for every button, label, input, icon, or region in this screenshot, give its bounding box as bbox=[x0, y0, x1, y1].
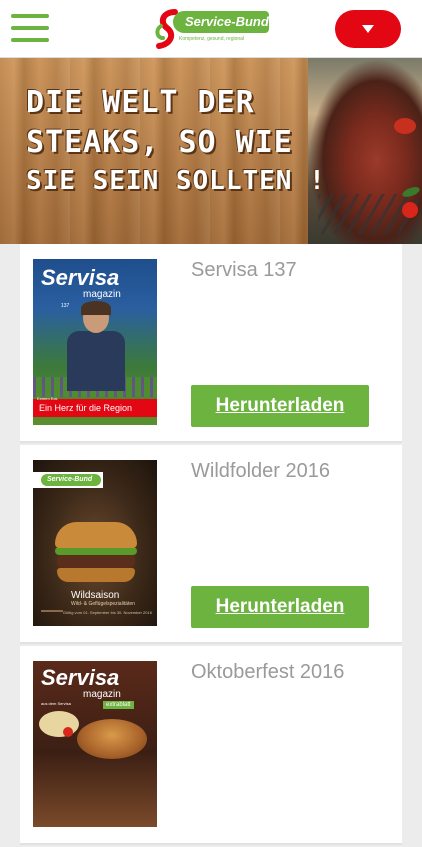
logo-tagline: Kompetenz, gesund, regional bbox=[179, 36, 245, 42]
cover-brand: Servisa bbox=[41, 665, 120, 690]
hero-banner[interactable]: DIE WELT DER STEAKS, SO WIE SIE SEIN SOL… bbox=[0, 58, 422, 244]
catalog-title: Wildfolder 2016 bbox=[191, 460, 330, 482]
menu-bar bbox=[11, 14, 49, 18]
caret-down-icon bbox=[362, 25, 374, 33]
banner-line-2: STEAKS, SO WIE bbox=[26, 125, 293, 160]
deer-icon bbox=[41, 598, 63, 612]
cover-person-photo bbox=[63, 301, 127, 393]
cover-band-small: Extrem Eck bbox=[37, 396, 58, 401]
menu-bar bbox=[11, 26, 49, 30]
catalog-card: Service-Bund Wildsaison Wild- & Geflügel… bbox=[20, 445, 402, 644]
banner-line-1: DIE WELT DER bbox=[26, 85, 255, 120]
plate-photo bbox=[39, 711, 79, 737]
catalog-card: Servisa magazin extrablatt aus dem Servi… bbox=[20, 646, 402, 845]
menu-bar bbox=[11, 38, 49, 42]
app-header: Service-Bund Kompetenz, gesund, regional bbox=[0, 0, 422, 58]
tomato-garnish bbox=[402, 202, 418, 218]
cover-logo-band: Service-Bund bbox=[33, 472, 103, 488]
cover-brand: Service-Bund bbox=[41, 474, 101, 486]
download-button[interactable]: Herunterladen bbox=[191, 586, 369, 628]
banner-headline: DIE WELT DER STEAKS, SO WIE SIE SEIN SOL… bbox=[26, 85, 326, 196]
cover-headline: Wildsaison bbox=[71, 590, 120, 601]
catalog-cover-image[interactable]: Servisa magazin 137 Extrem Eck Ein Herz … bbox=[33, 259, 157, 425]
cover-tag: aus dem Servisa bbox=[41, 701, 71, 706]
burger-photo bbox=[55, 522, 137, 584]
cover-subline: Wild- & Geflügelspezialitäten bbox=[71, 601, 135, 607]
service-bund-logo[interactable]: Service-Bund Kompetenz, gesund, regional bbox=[153, 8, 271, 50]
cover-band-text: Ein Herz für die Region bbox=[39, 403, 133, 413]
banner-line-3: SIE SEIN SOLLTEN ! bbox=[26, 166, 326, 196]
roast-photo bbox=[77, 719, 147, 759]
cover-badge: extrablatt bbox=[103, 701, 134, 709]
download-button[interactable]: Herunterladen bbox=[191, 385, 369, 427]
catalog-list: Servisa magazin 137 Extrem Eck Ein Herz … bbox=[20, 244, 402, 847]
catalog-cover-image[interactable]: Service-Bund Wildsaison Wild- & Geflügel… bbox=[33, 460, 157, 626]
catalog-card: Servisa magazin 137 Extrem Eck Ein Herz … bbox=[20, 244, 402, 443]
cover-subtitle: magazin bbox=[83, 289, 121, 300]
logo-brand-text: Service-Bund bbox=[173, 11, 269, 33]
cover-brand: Servisa bbox=[41, 265, 120, 290]
hamburger-menu-icon[interactable] bbox=[11, 12, 49, 44]
tomato-garnish bbox=[394, 118, 416, 134]
tomato-garnish bbox=[63, 727, 73, 737]
catalog-cover-image[interactable]: Servisa magazin extrablatt aus dem Servi… bbox=[33, 661, 157, 827]
cover-dates: Gültig vom 01. September bis 30. Novembe… bbox=[63, 610, 152, 615]
cover-subtitle: magazin bbox=[83, 689, 121, 700]
catalog-title: Oktoberfest 2016 bbox=[191, 661, 345, 683]
region-dropdown-button[interactable] bbox=[335, 10, 401, 48]
catalog-title: Servisa 137 bbox=[191, 259, 297, 281]
